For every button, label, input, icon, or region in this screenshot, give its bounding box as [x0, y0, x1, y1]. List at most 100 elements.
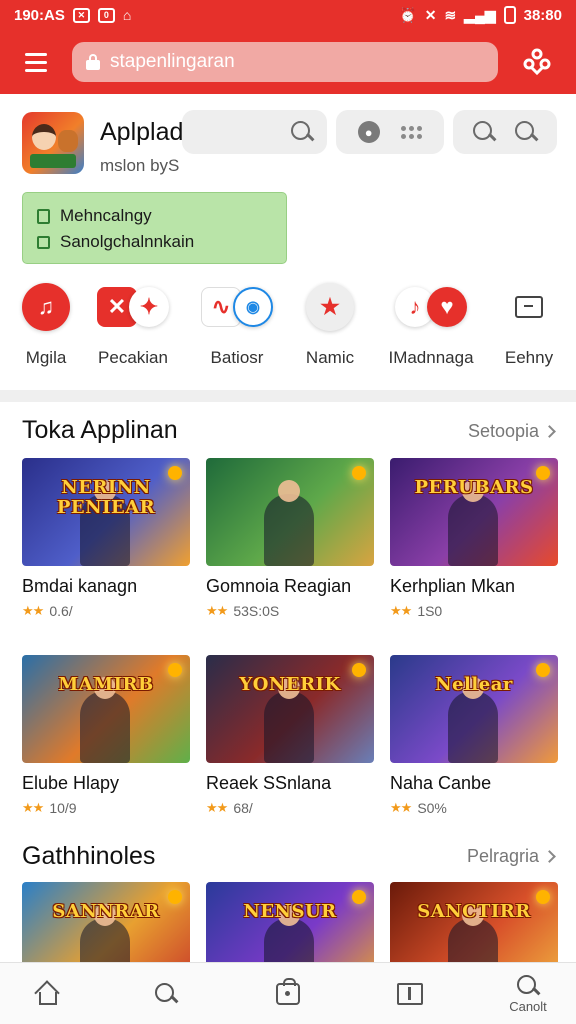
status-right: ⏰ ✕ ≋ ▂▄▆ 38:80 — [399, 6, 562, 24]
photo-icon: ✕ — [72, 7, 90, 23]
see-all-link[interactable]: Pelragria — [466, 846, 556, 867]
bag-icon — [276, 978, 300, 1005]
music-icon: ♫ — [22, 283, 70, 331]
status-clock: 38:80 — [523, 6, 562, 24]
shortcut-mgila[interactable]: ♫ Mgila — [22, 282, 70, 368]
search-icon — [515, 121, 537, 143]
shortcut-batiosr[interactable]: ∿ ◉ Batiosr — [196, 282, 278, 368]
shortcut-imadnnaga[interactable]: ♪ ♥ IMadnnaga — [388, 282, 474, 368]
menu-button[interactable] — [0, 30, 72, 94]
chat-icon: ◉ — [233, 287, 273, 327]
bookmark-icon — [37, 208, 50, 224]
game-title: Bmdai kanagn — [22, 576, 138, 596]
game-rating: ★★ S0% — [390, 800, 558, 816]
game-card[interactable]: YONERIK Reaek SSnlana ★★ 68/ — [206, 655, 374, 816]
checkbox-icon — [37, 235, 50, 249]
rating-value: S0% — [417, 800, 447, 816]
see-all-label: Pelragria — [466, 846, 539, 866]
game-rating: ★★ 10/9 — [22, 800, 190, 816]
star-rating-icon: ★★ — [206, 800, 228, 815]
search-icon — [155, 983, 177, 1005]
character-art — [448, 677, 498, 763]
mute-icon: ✕ — [424, 6, 437, 23]
url-search-text: stapenlingaran — [110, 51, 235, 72]
game-title: Kerhplian Mkan — [390, 576, 516, 596]
promo-banner[interactable]: Mehncalngy Sanolgchalnnkain — [22, 192, 287, 264]
app-header: Aplpladaai mslon byS ● Mehncalngy Sanolg… — [0, 94, 576, 390]
search-icon — [473, 121, 495, 143]
search-icon — [517, 974, 539, 997]
game-logo-text: SANNRAR — [52, 901, 160, 922]
home-icon — [34, 980, 60, 1006]
character-art — [264, 480, 314, 566]
chevron-right-icon — [543, 425, 556, 438]
game-logo-text: NERINN PENIEAR — [56, 477, 156, 518]
lock-icon — [86, 54, 100, 70]
game-thumbnail: MAMIRB — [22, 655, 190, 763]
header-search-button[interactable] — [182, 110, 327, 154]
character-art — [80, 677, 130, 763]
game-card[interactable]: Nellear Naha Canbe ★★ S0% — [390, 655, 558, 816]
game-rating: ★★ 1S0 — [390, 603, 558, 619]
shortcut-eehny[interactable]: Eehny — [504, 282, 554, 368]
game-title: Reaek SSnlana — [206, 773, 332, 793]
rating-value: 1S0 — [417, 603, 443, 619]
heart-icon: ♥ — [427, 287, 467, 327]
game-card[interactable]: MAMIRB Elube Hlapy ★★ 10/9 — [22, 655, 190, 816]
game-thumbnail: NERINN PENIEAR — [22, 458, 190, 566]
nav-search[interactable] — [126, 963, 206, 1024]
wifi-icon: ≋ — [444, 6, 457, 23]
promo-line-1: Mehncalngy — [60, 206, 152, 225]
nav-cancel[interactable]: Canolt — [488, 963, 568, 1024]
menu-icon-bar — [25, 60, 47, 64]
shortcut-label: Namic — [305, 348, 355, 367]
rating-value: 68/ — [233, 800, 253, 816]
header-zoom-button[interactable] — [453, 110, 557, 154]
signal-icon: ▂▄▆ — [464, 6, 496, 23]
url-search-bar[interactable]: stapenlingaran — [72, 42, 498, 82]
game-logo-text: SANCTIRR — [417, 901, 531, 922]
app-notification-icon: 0 — [97, 7, 115, 23]
app-logo[interactable] — [22, 112, 84, 174]
status-time: 190:AS — [14, 6, 65, 24]
game-card[interactable]: Gomnoia Reagian ★★ 53S:0S — [206, 458, 374, 619]
nav-home[interactable] — [8, 963, 88, 1024]
more-icon — [401, 125, 423, 139]
section-title: Toka Applinan — [22, 416, 178, 444]
game-logo-text: NENSUR — [243, 901, 337, 922]
game-thumbnail — [206, 458, 374, 566]
game-logo-text: Nellear — [435, 674, 513, 695]
rating-value: 53S:0S — [233, 603, 280, 619]
nav-store[interactable] — [248, 963, 328, 1024]
game-title: Elube Hlapy — [22, 773, 120, 793]
menu-icon-bar — [25, 68, 47, 72]
game-title: Gomnoia Reagian — [206, 576, 352, 596]
alarm-icon: ⏰ — [399, 6, 417, 23]
game-card[interactable]: PERUBARS Kerhplian Mkan ★★ 1S0 — [390, 458, 558, 619]
shortcut-label: Pecakian — [98, 348, 168, 367]
game-rating: ★★ 0.6/ — [22, 603, 190, 619]
shortcut-label: Eehny — [504, 348, 554, 367]
shortcut-namic[interactable]: ★ Namic — [306, 282, 354, 368]
shortcut-pecakian[interactable]: ✕ ✦ Pecakian — [90, 282, 176, 368]
shortcut-label: Mgila — [25, 348, 67, 367]
header-options-button[interactable]: ● — [336, 110, 444, 154]
app-subtitle: mslon byS — [100, 156, 180, 175]
book-icon — [397, 983, 423, 1005]
app-bar: stapenlingaran — [0, 30, 576, 94]
star-rating-icon: ★★ — [206, 603, 228, 618]
see-all-label: Setoopia — [467, 421, 539, 441]
game-icon: ✦ — [129, 287, 169, 327]
nav-library[interactable] — [370, 963, 450, 1024]
game-logo-text: YONERIK — [239, 674, 341, 695]
shortcut-row: ♫ Mgila ✕ ✦ Pecakian ∿ ◉ Batiosr ★ Namic… — [0, 282, 576, 382]
rating-value: 10/9 — [49, 800, 77, 816]
section-title: Gathhinoles — [22, 842, 156, 870]
share-button[interactable] — [498, 30, 576, 94]
game-rating: ★★ 53S:0S — [206, 603, 374, 619]
game-thumbnail: YONERIK — [206, 655, 374, 763]
game-card[interactable]: NERINN PENIEAR Bmdai kanagn ★★ 0.6/ — [22, 458, 190, 619]
see-all-link[interactable]: Setoopia — [467, 421, 556, 442]
shortcut-label: Batiosr — [210, 348, 264, 367]
game-logo-text: PERUBARS — [414, 477, 534, 498]
